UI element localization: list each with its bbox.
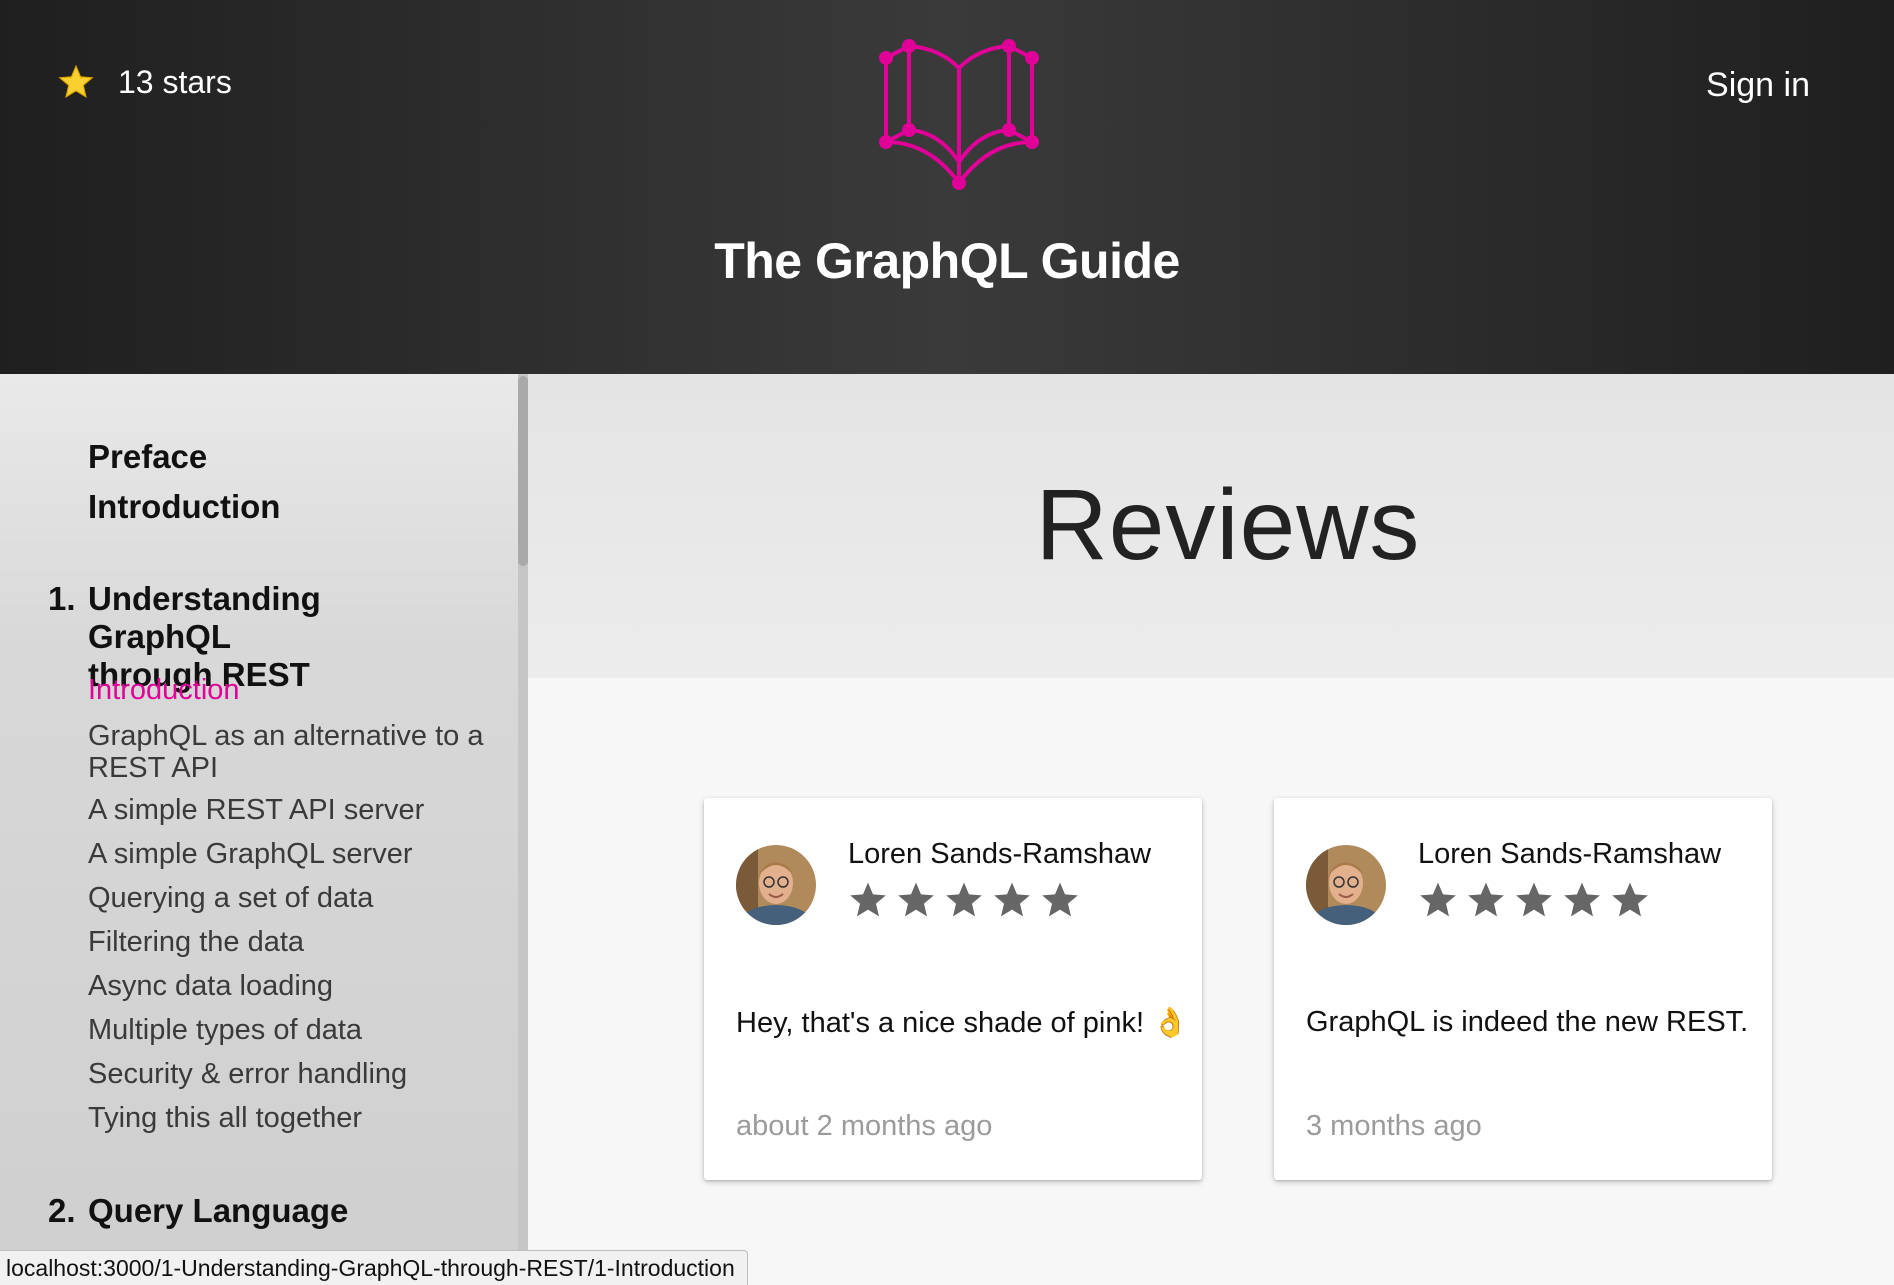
toc-item-introduction[interactable]: Introduction (88, 488, 280, 526)
review-timestamp: about 2 months ago (736, 1110, 993, 1142)
chapter-number: 2. (48, 1192, 76, 1229)
stars-count-label: 13 stars (118, 63, 232, 100)
reviewer-name: Loren Sands-Ramshaw (1418, 838, 1722, 870)
star-rating (1418, 880, 1650, 920)
review-timestamp: 3 months ago (1306, 1110, 1482, 1142)
star-icon (1468, 882, 1504, 917)
toc-section-simple-rest-server[interactable]: A simple REST API server (88, 794, 488, 826)
toc-section-filtering-data[interactable]: Filtering the data (88, 926, 488, 958)
star-icon (946, 882, 982, 917)
star-icon (898, 882, 934, 917)
section-label-line1: GraphQL as an alternative to a (88, 720, 484, 752)
star-icon (1042, 882, 1078, 917)
toc-section-tying-together[interactable]: Tying this all together (88, 1102, 488, 1134)
sidebar-scrollbar-thumb[interactable] (518, 376, 528, 566)
site-title: The GraphQL Guide (714, 233, 1180, 289)
graphql-book-logo-icon (879, 39, 1039, 190)
toc-section-async-loading[interactable]: Async data loading (88, 970, 488, 1002)
sign-in-link[interactable]: Sign in (1706, 66, 1810, 105)
star-icon (58, 64, 94, 98)
toc-section-multiple-types[interactable]: Multiple types of data (88, 1014, 488, 1046)
toc-section-simple-graphql-server[interactable]: A simple GraphQL server (88, 838, 488, 870)
review-card: Loren Sands-Ramshaw Hey, that's a nice s… (704, 798, 1202, 1180)
reviewer-photo-icon (1306, 845, 1386, 925)
site-header: 13 stars The GraphQL Guide Sign in (0, 0, 1894, 374)
review-text: GraphQL is indeed the new REST. (1306, 1006, 1749, 1038)
reviewer-photo-icon (736, 845, 816, 925)
star-icon (1612, 882, 1648, 917)
toc-chapter-2[interactable]: 2. Query Language (48, 1192, 468, 1230)
toc-section-security-errors[interactable]: Security & error handling (88, 1058, 488, 1090)
star-rating (848, 880, 1080, 920)
chapter-number: 1. (48, 580, 76, 617)
avatar (1306, 845, 1386, 925)
chapter-title: Query Language (88, 1192, 349, 1229)
star-icon (850, 882, 886, 917)
toc-item-preface[interactable]: Preface (88, 438, 207, 476)
toc-section-introduction[interactable]: Introduction (88, 674, 488, 706)
toc-section-graphql-alternative[interactable]: GraphQL as an alternative to a REST API (88, 720, 488, 784)
review-text: Hey, that's a nice shade of pink! 👌 (736, 1007, 1189, 1039)
avatar (736, 845, 816, 925)
table-of-contents-sidebar: Preface Introduction 1. Understanding Gr… (0, 374, 528, 1284)
section-label-line2: REST API (88, 752, 219, 784)
star-icon (1564, 882, 1600, 917)
reviewer-name: Loren Sands-Ramshaw (848, 838, 1152, 870)
star-icon (994, 882, 1030, 917)
review-card: Loren Sands-Ramshaw GraphQL is indeed th… (1274, 798, 1772, 1180)
page-title: Reviews (1035, 469, 1421, 581)
toc-section-querying-data[interactable]: Querying a set of data (88, 882, 488, 914)
link-preview-statusbar: localhost:3000/1-Understanding-GraphQL-t… (0, 1250, 748, 1285)
chapter-title-line1: Understanding GraphQL (88, 580, 321, 655)
star-icon (1516, 882, 1552, 917)
star-icon (1420, 882, 1456, 917)
github-stars-link[interactable]: 13 stars (58, 62, 232, 102)
